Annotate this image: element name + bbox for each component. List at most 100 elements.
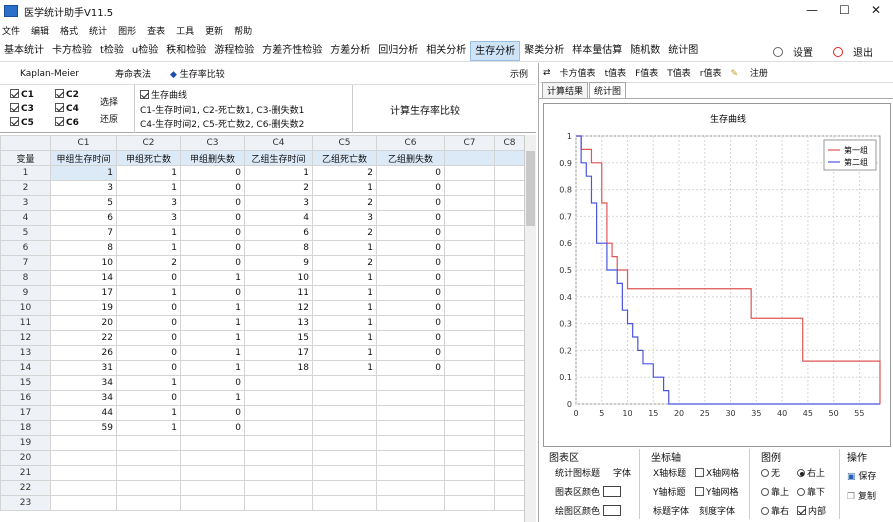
table-cell[interactable]: 10 [50, 255, 117, 271]
menu-update[interactable]: 更新 [205, 24, 223, 37]
table-cell[interactable] [494, 180, 525, 196]
method-life-table[interactable]: 寿命表法 [115, 67, 151, 80]
row-header[interactable]: 19 [0, 435, 51, 451]
table-cell[interactable]: 1 [116, 180, 181, 196]
table-cell[interactable]: 0 [116, 390, 181, 406]
select-button[interactable]: 选择 [100, 95, 118, 108]
table-cell[interactable] [444, 180, 495, 196]
table-cell[interactable] [444, 300, 495, 316]
column-header-4[interactable]: C4 [244, 135, 313, 151]
check-c5[interactable]: C5 [10, 117, 34, 128]
legend-inside-check[interactable]: 内部 [797, 504, 826, 517]
table-cell[interactable]: 0 [376, 345, 445, 361]
table-cell[interactable]: 3 [116, 195, 181, 211]
table-cell[interactable] [444, 225, 495, 241]
table-cell[interactable] [312, 465, 377, 481]
row-header[interactable]: 15 [0, 375, 51, 391]
table-cell[interactable]: 3 [116, 210, 181, 226]
table-cell[interactable]: 0 [180, 420, 245, 436]
table-cell[interactable] [494, 300, 525, 316]
table-cell[interactable]: 44 [50, 405, 117, 421]
tb-f-table[interactable]: F值表 [635, 66, 658, 79]
table-cell[interactable]: 3 [312, 210, 377, 226]
table-cell[interactable] [494, 330, 525, 346]
table-cell[interactable] [180, 435, 245, 451]
table-cell[interactable]: 12 [244, 300, 313, 316]
table-cell[interactable] [494, 375, 525, 391]
table-cell[interactable]: 11 [244, 285, 313, 301]
table-cell[interactable] [116, 450, 181, 466]
row-header[interactable]: 14 [0, 360, 51, 376]
table-cell[interactable] [444, 255, 495, 271]
table-cell[interactable] [376, 375, 445, 391]
table-cell[interactable] [116, 435, 181, 451]
table-cell[interactable]: 5 [50, 195, 117, 211]
table-cell[interactable]: 0 [116, 315, 181, 331]
table-cell[interactable] [312, 495, 377, 511]
legend-top-radio[interactable]: 靠上 [761, 485, 789, 498]
table-cell[interactable] [180, 450, 245, 466]
example-link[interactable]: 示例 [510, 67, 528, 80]
settings-button[interactable]: 设置 [773, 44, 823, 59]
row-header[interactable]: 10 [0, 300, 51, 316]
row-header[interactable]: 22 [0, 480, 51, 496]
table-cell[interactable]: 13 [244, 315, 313, 331]
table-cell[interactable] [494, 255, 525, 271]
table-cell[interactable]: 18 [244, 360, 313, 376]
table-cell[interactable] [116, 480, 181, 496]
check-c2[interactable]: C2 [55, 89, 79, 100]
table-cell[interactable]: 1 [312, 285, 377, 301]
row-header[interactable]: 23 [0, 495, 51, 511]
tb-T-table[interactable]: T值表 [667, 66, 691, 79]
table-cell[interactable]: 0 [180, 180, 245, 196]
table-cell[interactable]: 0 [376, 225, 445, 241]
table-cell[interactable] [244, 420, 313, 436]
table-cell[interactable] [376, 435, 445, 451]
table-cell[interactable] [244, 495, 313, 511]
row-header[interactable]: 20 [0, 450, 51, 466]
table-cell[interactable]: 9 [244, 255, 313, 271]
table-cell[interactable]: 14 [50, 270, 117, 286]
table-cell[interactable]: 15 [244, 330, 313, 346]
tb-stat-chart[interactable]: 统计图 [664, 41, 702, 61]
table-cell[interactable] [444, 420, 495, 436]
x-title-button[interactable]: X轴标题 [653, 466, 686, 479]
plot-bg-color-button[interactable] [603, 505, 622, 516]
table-cell[interactable] [444, 165, 495, 181]
tb-random[interactable]: 随机数 [626, 41, 664, 61]
exit-button[interactable]: 退出 [833, 44, 883, 59]
table-cell[interactable] [376, 465, 445, 481]
tb-anova[interactable]: 方差分析 [326, 41, 374, 61]
column-header-0[interactable] [0, 135, 51, 151]
restore-button[interactable]: 还原 [100, 112, 118, 125]
table-cell[interactable]: 1 [312, 180, 377, 196]
table-cell[interactable]: 8 [50, 240, 117, 256]
tb-sample-size[interactable]: 样本量估算 [568, 41, 626, 61]
legend-topright-radio[interactable]: 右上 [797, 466, 825, 479]
table-cell[interactable]: 34 [50, 390, 117, 406]
vertical-scrollbar[interactable] [524, 135, 536, 522]
table-cell[interactable] [494, 465, 525, 481]
table-cell[interactable]: 1 [312, 270, 377, 286]
column-header-5[interactable]: C5 [312, 135, 377, 151]
y-grid-check[interactable]: Y轴网格 [695, 485, 739, 498]
row-header[interactable]: 11 [0, 315, 51, 331]
table-cell[interactable]: 0 [180, 405, 245, 421]
table-cell[interactable]: 4 [244, 210, 313, 226]
table-cell[interactable]: 1 [244, 165, 313, 181]
table-cell[interactable] [50, 495, 117, 511]
table-cell[interactable] [50, 480, 117, 496]
menu-format[interactable]: 格式 [60, 24, 78, 37]
table-cell[interactable] [494, 240, 525, 256]
table-cell[interactable]: 0 [180, 210, 245, 226]
check-c1[interactable]: C1 [10, 89, 34, 100]
table-cell[interactable] [312, 390, 377, 406]
table-cell[interactable]: 6 [50, 210, 117, 226]
column-header-1[interactable]: C1 [50, 135, 117, 151]
menu-edit[interactable]: 编辑 [31, 24, 49, 37]
table-cell[interactable]: 0 [376, 255, 445, 271]
tb-regression[interactable]: 回归分析 [374, 41, 422, 61]
table-cell[interactable]: 0 [376, 210, 445, 226]
table-cell[interactable] [244, 450, 313, 466]
table-cell[interactable] [444, 210, 495, 226]
